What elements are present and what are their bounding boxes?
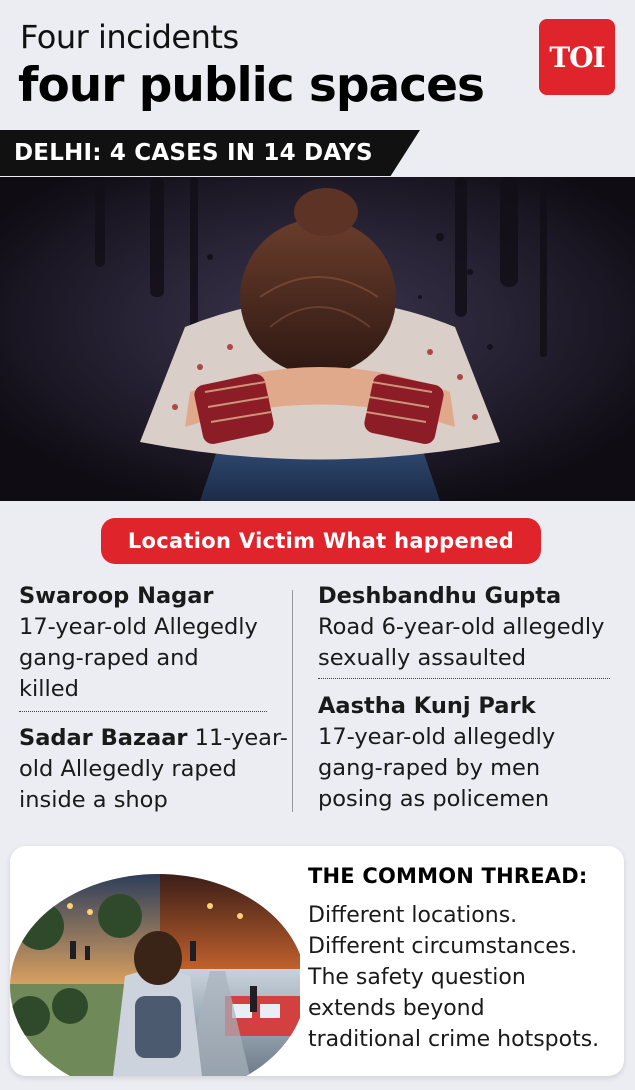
case-sadar-bazaar: Sadar Bazaar 11-year- old Allegedly rape… (19, 723, 288, 816)
case-divider (318, 678, 610, 679)
case-detail-line: Road 6-year-old allegedly (318, 614, 605, 640)
case-detail-line: old Allegedly raped (19, 756, 237, 782)
common-thread-heading: THE COMMON THREAD: (308, 864, 588, 888)
common-thread-line: The safety question (308, 965, 526, 990)
case-detail-line: sexually assaulted (318, 645, 526, 671)
common-thread-card: THE COMMON THREAD: Different locations. … (10, 846, 624, 1076)
case-aastha-kunj-park: Aastha Kunj Park 17-year-old allegedly g… (318, 691, 555, 815)
case-detail-line: 17-year-old Allegedly (19, 614, 258, 640)
case-detail-line: inside a shop (19, 787, 168, 813)
headline-line-1: Four incidents (20, 18, 239, 56)
common-thread-line: extends beyond (308, 996, 485, 1021)
logo-text: TOI (549, 40, 605, 74)
public-spaces-collage (10, 874, 300, 1076)
case-divider (19, 711, 267, 712)
common-thread-line: traditional crime hotspots. (308, 1027, 600, 1052)
case-detail-line: killed (19, 676, 79, 702)
table-header-pill: Location Victim What happened (101, 518, 541, 564)
case-detail-line: gang-raped and (19, 645, 199, 671)
case-deshbandhu-gupta: Deshbandhu Gupta Road 6-year-old alleged… (318, 581, 605, 674)
case-location: Sadar Bazaar (19, 725, 188, 751)
cases-banner: DELHI: 4 CASES IN 14 DAYS (0, 130, 420, 176)
common-thread-line: Different locations. (308, 903, 518, 928)
case-detail-inline: 11-year- (187, 725, 288, 751)
headline-line-2: four public spaces (18, 58, 485, 113)
case-location: Deshbandhu Gupta (318, 583, 562, 609)
toi-logo: TOI (539, 19, 615, 95)
case-location: Aastha Kunj Park (318, 693, 536, 719)
case-detail-line: posing as policemen (318, 786, 550, 812)
case-location: Swaroop Nagar (19, 583, 214, 609)
hero-illustration (0, 177, 635, 501)
table-header-text: Location Victim What happened (127, 529, 515, 553)
column-divider (292, 590, 293, 812)
case-detail-line: gang-raped by men (318, 755, 541, 781)
case-detail-line: 17-year-old allegedly (318, 724, 556, 750)
case-swaroop-nagar: Swaroop Nagar 17-year-old Allegedly gang… (19, 581, 258, 705)
common-thread-line: Different circumstances. (308, 934, 578, 959)
distressed-girl-illustration (0, 177, 635, 501)
banner-text: DELHI: 4 CASES IN 14 DAYS (14, 140, 373, 166)
